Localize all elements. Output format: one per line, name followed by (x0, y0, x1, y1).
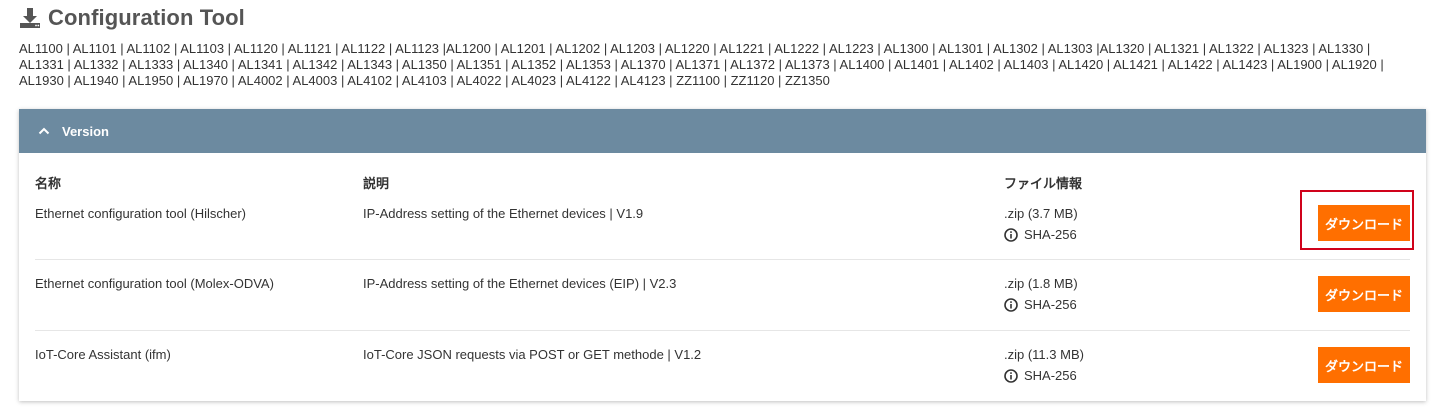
file-info: .zip (11.3 MB) SHA-256 (1004, 347, 1084, 384)
hash-link[interactable]: SHA-256 (1004, 227, 1078, 243)
column-header-name: 名称 (35, 176, 62, 191)
tool-description: IoT-Core JSON requests via POST or GET m… (363, 347, 702, 362)
hash-label: SHA-256 (1024, 368, 1077, 383)
column-header-file-info: ファイル情報 (1004, 176, 1083, 191)
info-icon (1004, 298, 1018, 312)
info-icon (1004, 228, 1018, 242)
download-button[interactable]: ダウンロード (1318, 276, 1410, 312)
file-info: .zip (3.7 MB) SHA-256 (1004, 206, 1078, 243)
download-button[interactable]: ダウンロード (1318, 347, 1410, 383)
download-button[interactable]: ダウンロード (1318, 205, 1410, 241)
hash-link[interactable]: SHA-256 (1004, 297, 1078, 313)
column-header-description: 説明 (363, 176, 390, 191)
info-icon (1004, 369, 1018, 383)
file-info: .zip (1.8 MB) SHA-256 (1004, 276, 1078, 313)
version-panel-header[interactable]: Version (19, 109, 1426, 153)
tool-name: Ethernet configuration tool (Hilscher) (35, 206, 246, 221)
tool-name: IoT-Core Assistant (ifm) (35, 347, 171, 362)
file-size: .zip (11.3 MB) (1004, 347, 1084, 362)
page-title-row: Configuration Tool (19, 4, 245, 32)
download-icon (20, 8, 40, 28)
hash-label: SHA-256 (1024, 227, 1077, 242)
device-list: AL1100 | AL1101 | AL1102 | AL1103 | AL11… (19, 41, 1384, 88)
row-divider (35, 259, 1410, 260)
file-size: .zip (3.7 MB) (1004, 206, 1078, 221)
tool-description: IP-Address setting of the Ethernet devic… (363, 206, 644, 221)
row-divider (35, 330, 1410, 331)
page-title: Configuration Tool (48, 5, 245, 30)
chevron-up-icon (38, 127, 50, 135)
tool-description: IP-Address setting of the Ethernet devic… (363, 276, 677, 291)
hash-link[interactable]: SHA-256 (1004, 368, 1084, 384)
hash-label: SHA-256 (1024, 297, 1077, 312)
version-panel: Version 名称 説明 ファイル情報 Ethernet configurat… (19, 109, 1426, 401)
file-size: .zip (1.8 MB) (1004, 276, 1078, 291)
version-panel-title: Version (62, 123, 109, 139)
tool-name: Ethernet configuration tool (Molex-ODVA) (35, 276, 274, 291)
